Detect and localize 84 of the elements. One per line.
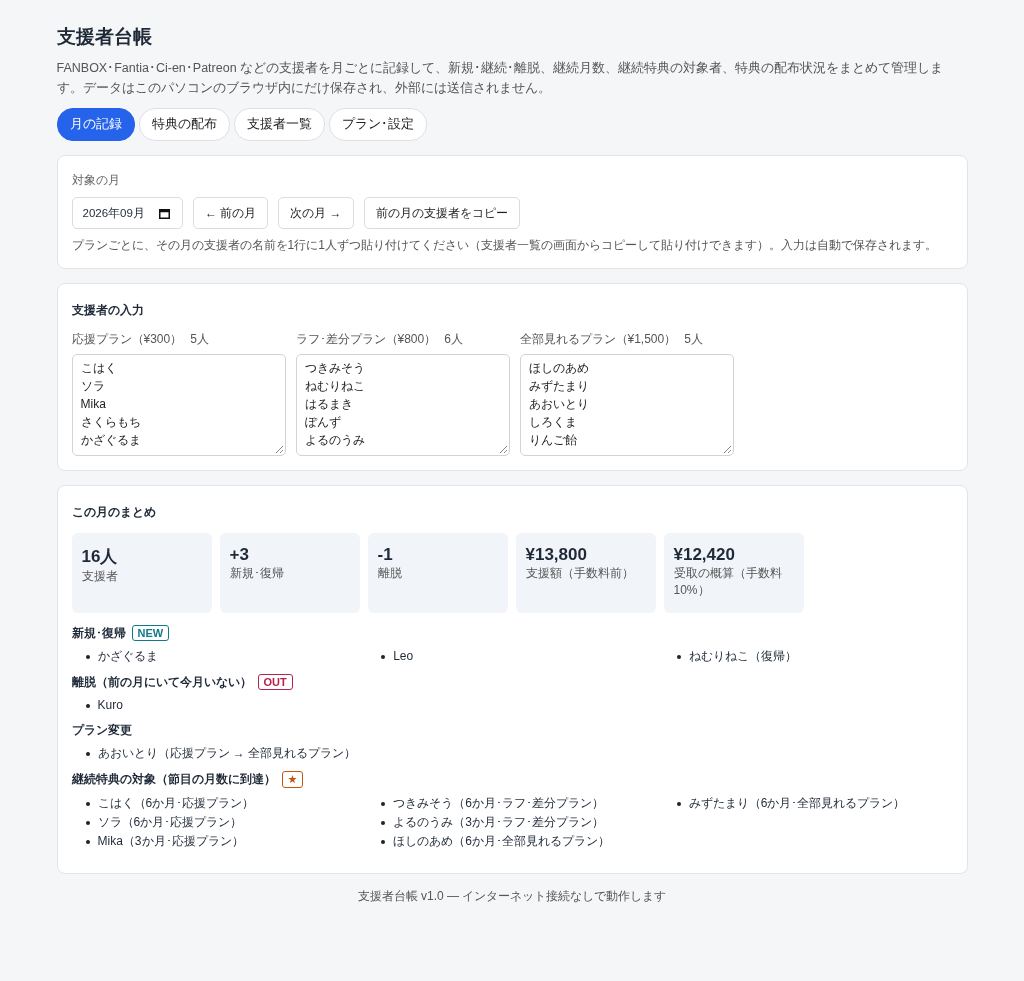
section-title: 支援者の入力: [71, 302, 144, 319]
tab[interactable]: 支援者一覧: [233, 108, 325, 141]
section-heading: プラン変更: [71, 723, 132, 738]
bullet-icon: [85, 801, 90, 806]
name-line: あおいとり: [528, 397, 589, 411]
plan-count: 6人: [444, 332, 463, 346]
names-text-area[interactable]: つきみそう ねむりねこ はるまき ぽんず よるのうみ: [295, 354, 510, 456]
name-line: ほしのあめ: [528, 361, 589, 375]
bullet-icon: [381, 839, 386, 844]
name-line: ソラ: [80, 379, 105, 393]
stat-label: 離脱: [377, 565, 403, 582]
plan-count: 5人: [684, 332, 703, 346]
stat-label: 支援者: [81, 568, 119, 585]
name-line: かざぐるま: [80, 433, 141, 447]
name-line: ぽんず: [304, 415, 341, 429]
name-line: りんご飴: [528, 433, 577, 447]
list-item: ソラ（6か月･応援プラン）: [97, 814, 243, 831]
bullet-icon: [381, 820, 386, 825]
stat-value: ¥12,420: [673, 545, 735, 564]
bullet-icon: [85, 751, 90, 756]
list-item: つきみそう（6か月･ラフ･差分プラン）: [393, 795, 604, 812]
bullet-icon: [676, 654, 681, 659]
badge: OUT: [257, 674, 293, 690]
name-line: こはく: [80, 361, 117, 375]
stat-value: -1: [377, 545, 393, 564]
bullet-icon: [85, 654, 90, 659]
section-heading: 離脱（前の月にいて今月いない）: [71, 674, 252, 690]
tab[interactable]: 月の記録: [56, 108, 135, 141]
plan-name: 応援プラン（¥300）: [71, 332, 183, 346]
names-text-area[interactable]: ほしのあめ みずたまり あおいとり しろくま りんご飴: [519, 354, 734, 456]
badge: ★: [281, 771, 304, 788]
page-description: FANBOX･Fantia･Ci-en･Patreon などの支援者を月ごとに記録して、新規･継続･離脱、継続月数、継続特典の対象者、特典の配布状況をまとめて管理します。データはこのパソコンのブラウザ内にだけ保存され、外部には送信されません。: [56, 60, 945, 97]
stat-value: +3: [229, 545, 249, 564]
name-line: はるまき: [304, 397, 353, 411]
bullet-icon: [676, 801, 681, 806]
section-title: この月のまとめ: [71, 504, 156, 521]
bullet-icon: [85, 703, 90, 708]
name-line: みずたまり: [528, 379, 589, 393]
resize-grip-icon[interactable]: [499, 446, 507, 453]
resize-grip-icon[interactable]: [275, 446, 283, 453]
name-line: ねむりねこ: [304, 379, 365, 393]
plan-count: 5人: [190, 332, 209, 346]
list-item: かざぐるま: [97, 648, 158, 665]
stat-value: ¥13,800: [525, 545, 587, 564]
hint-text: プランごとに、その月の支援者の名前を1行に1人ずつ貼り付けてください（支援者一覧の画面からコピーして貼り付けできます）。入力は自動で保存されます。: [71, 237, 937, 254]
stat-label: 受取の概算（手数料10%）: [673, 565, 783, 599]
field-label: 対象の月: [71, 172, 120, 189]
stat-label: 新規･復帰: [229, 565, 285, 582]
name-line: つきみそう: [304, 361, 365, 375]
tab[interactable]: プラン･設定: [328, 108, 427, 141]
list-item: こはく（6か月･応援プラン）: [97, 795, 255, 812]
plan-name: 全部見れるプラン（¥1,500）: [519, 332, 677, 346]
name-line: しろくま: [528, 415, 577, 429]
list-item: ねむりねこ（復帰）: [688, 648, 797, 665]
list-item: Mika（3か月･応援プラン）: [97, 833, 244, 850]
list-item: Kuro: [97, 697, 123, 714]
bullet-icon: [381, 801, 386, 806]
footer-text: 支援者台帳 v1.0 — インターネット接続なしで動作します: [357, 888, 667, 905]
section-heading: 新規･復帰: [71, 625, 126, 641]
list-item: ほしのあめ（6か月･全部見れるプラン）: [393, 833, 610, 850]
button[interactable]: 次の月 →: [278, 197, 354, 229]
tab[interactable]: 特典の配布: [138, 108, 230, 141]
page-title: 支援者台帳: [56, 25, 152, 49]
section-heading: 継続特典の対象（節目の月数に到達）: [71, 772, 276, 787]
list-item: あおいとり（応援プラン → 全部見れるプラン）: [97, 745, 357, 762]
calendar-icon[interactable]: [158, 207, 170, 219]
badge: NEW: [131, 625, 170, 641]
button[interactable]: 前の月の支援者をコピー: [363, 197, 520, 229]
stat-label: 支援額（手数料前）: [525, 565, 635, 582]
plan-name: ラフ･差分プラン（¥800）: [295, 332, 437, 346]
stat-value: 16人: [81, 547, 118, 566]
month-field[interactable]: 2026年09月: [71, 197, 183, 229]
bullet-icon: [381, 654, 386, 659]
name-line: さくらもち: [80, 415, 141, 429]
list-item: Leo: [393, 648, 414, 665]
names-text-area[interactable]: こはく ソラ Mika さくらもち かざぐるま: [71, 354, 286, 456]
button[interactable]: ← 前の月: [192, 197, 269, 229]
list-item: みずたまり（6か月･全部見れるプラン）: [688, 795, 906, 812]
resize-grip-icon[interactable]: [723, 446, 731, 453]
name-line: よるのうみ: [304, 433, 365, 447]
bullet-icon: [85, 839, 90, 844]
list-item: よるのうみ（3か月･ラフ･差分プラン）: [393, 814, 604, 831]
name-line: Mika: [80, 397, 106, 411]
bullet-icon: [85, 820, 90, 825]
